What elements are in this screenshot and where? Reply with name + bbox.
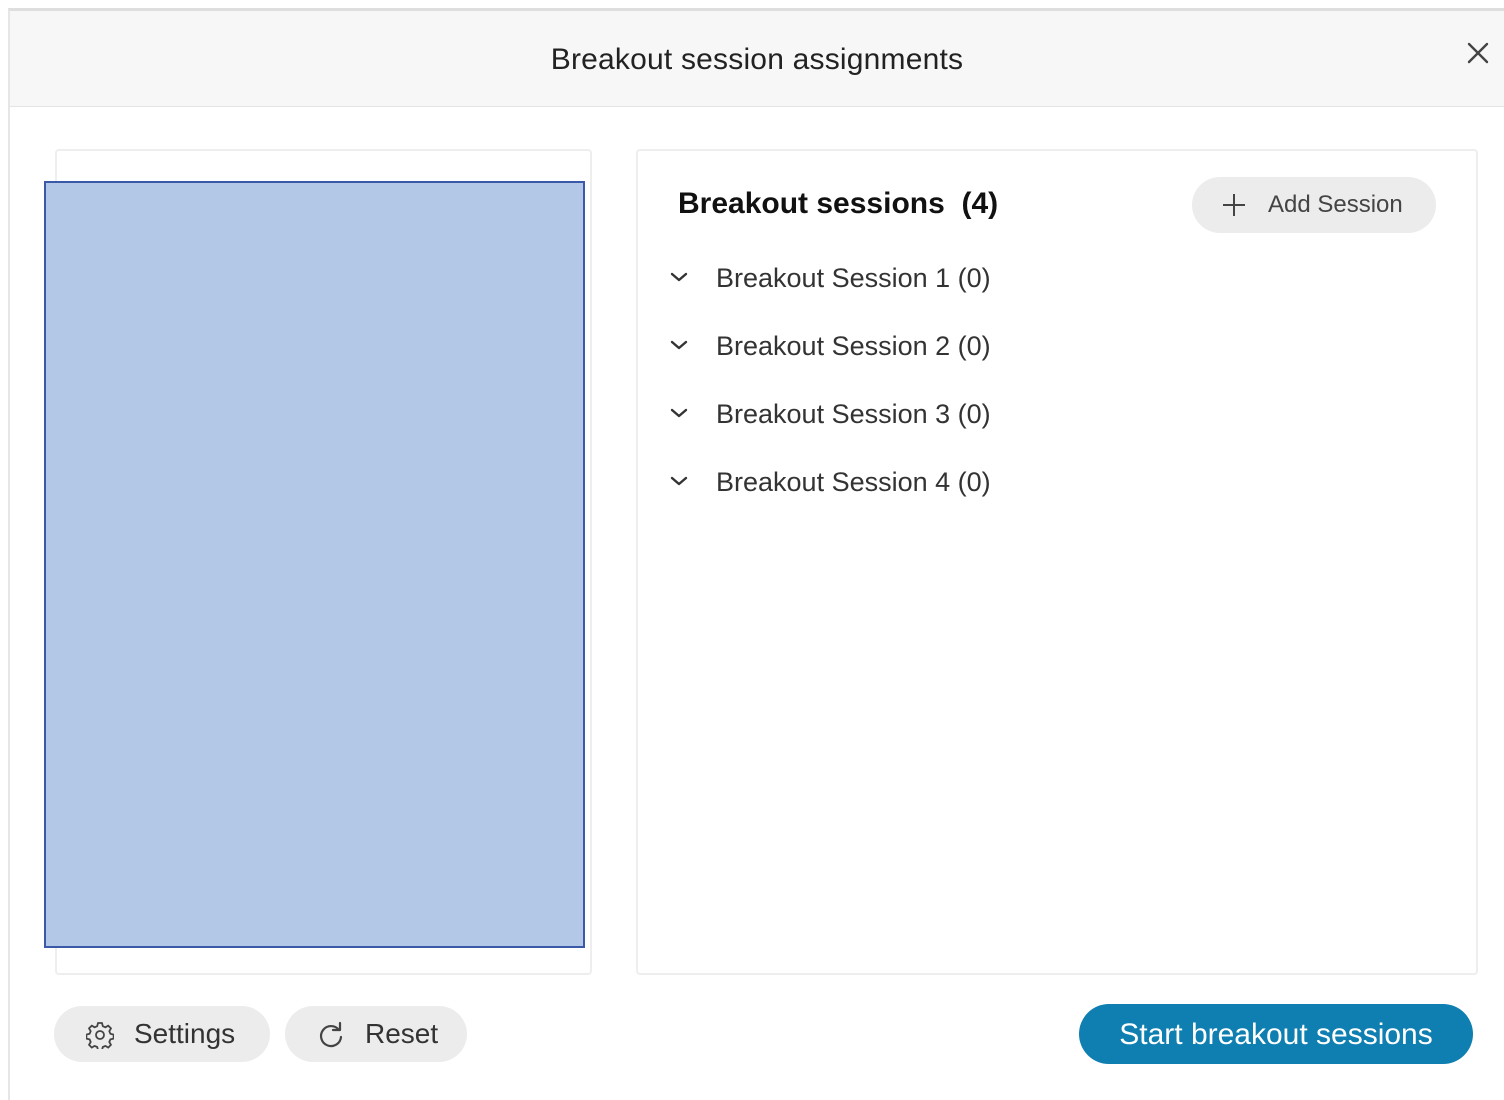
sessions-heading: Breakout sessions (4) [678,187,998,221]
sessions-panel: Breakout sessions (4) Add Session Breako… [636,149,1478,975]
session-name: Breakout Session 1 (0) [716,263,991,293]
plus-icon [1223,194,1245,216]
reset-button[interactable]: Reset [285,1006,467,1062]
breakout-dialog: Breakout session assignments Breakout se… [8,8,1504,1100]
close-icon [1467,42,1489,64]
chevron-down-icon [670,408,688,418]
session-name: Breakout Session 4 (0) [716,467,991,497]
settings-label: Settings [134,1018,236,1049]
dialog-title: Breakout session assignments [550,43,964,76]
session-row-1[interactable]: Breakout Session 1 (0) [668,257,1428,301]
session-row-2[interactable]: Breakout Session 2 (0) [668,325,1428,369]
gear-icon [86,1022,114,1049]
reset-label: Reset [365,1018,439,1049]
session-row-4[interactable]: Breakout Session 4 (0) [668,461,1428,505]
sessions-heading-label: Breakout sessions [678,187,945,220]
session-name: Breakout Session 3 (0) [716,399,991,429]
dialog-header: Breakout session assignments [10,11,1504,107]
settings-button[interactable]: Settings [54,1006,270,1062]
close-button[interactable] [1462,37,1494,69]
sessions-count: (4) [961,187,999,220]
session-name: Breakout Session 2 (0) [716,331,991,361]
chevron-down-icon [670,476,688,486]
chevron-down-icon [670,340,688,350]
add-session-button[interactable]: Add Session [1192,177,1436,233]
refresh-icon [319,1021,343,1048]
start-label: Start breakout sessions [1119,1018,1433,1051]
top-strip [0,0,1504,8]
session-row-3[interactable]: Breakout Session 3 (0) [668,393,1428,437]
chevron-down-icon [670,272,688,282]
participant-list-placeholder [44,181,585,948]
start-breakout-sessions-button[interactable]: Start breakout sessions [1079,1004,1473,1064]
add-session-label: Add Session [1268,191,1403,218]
